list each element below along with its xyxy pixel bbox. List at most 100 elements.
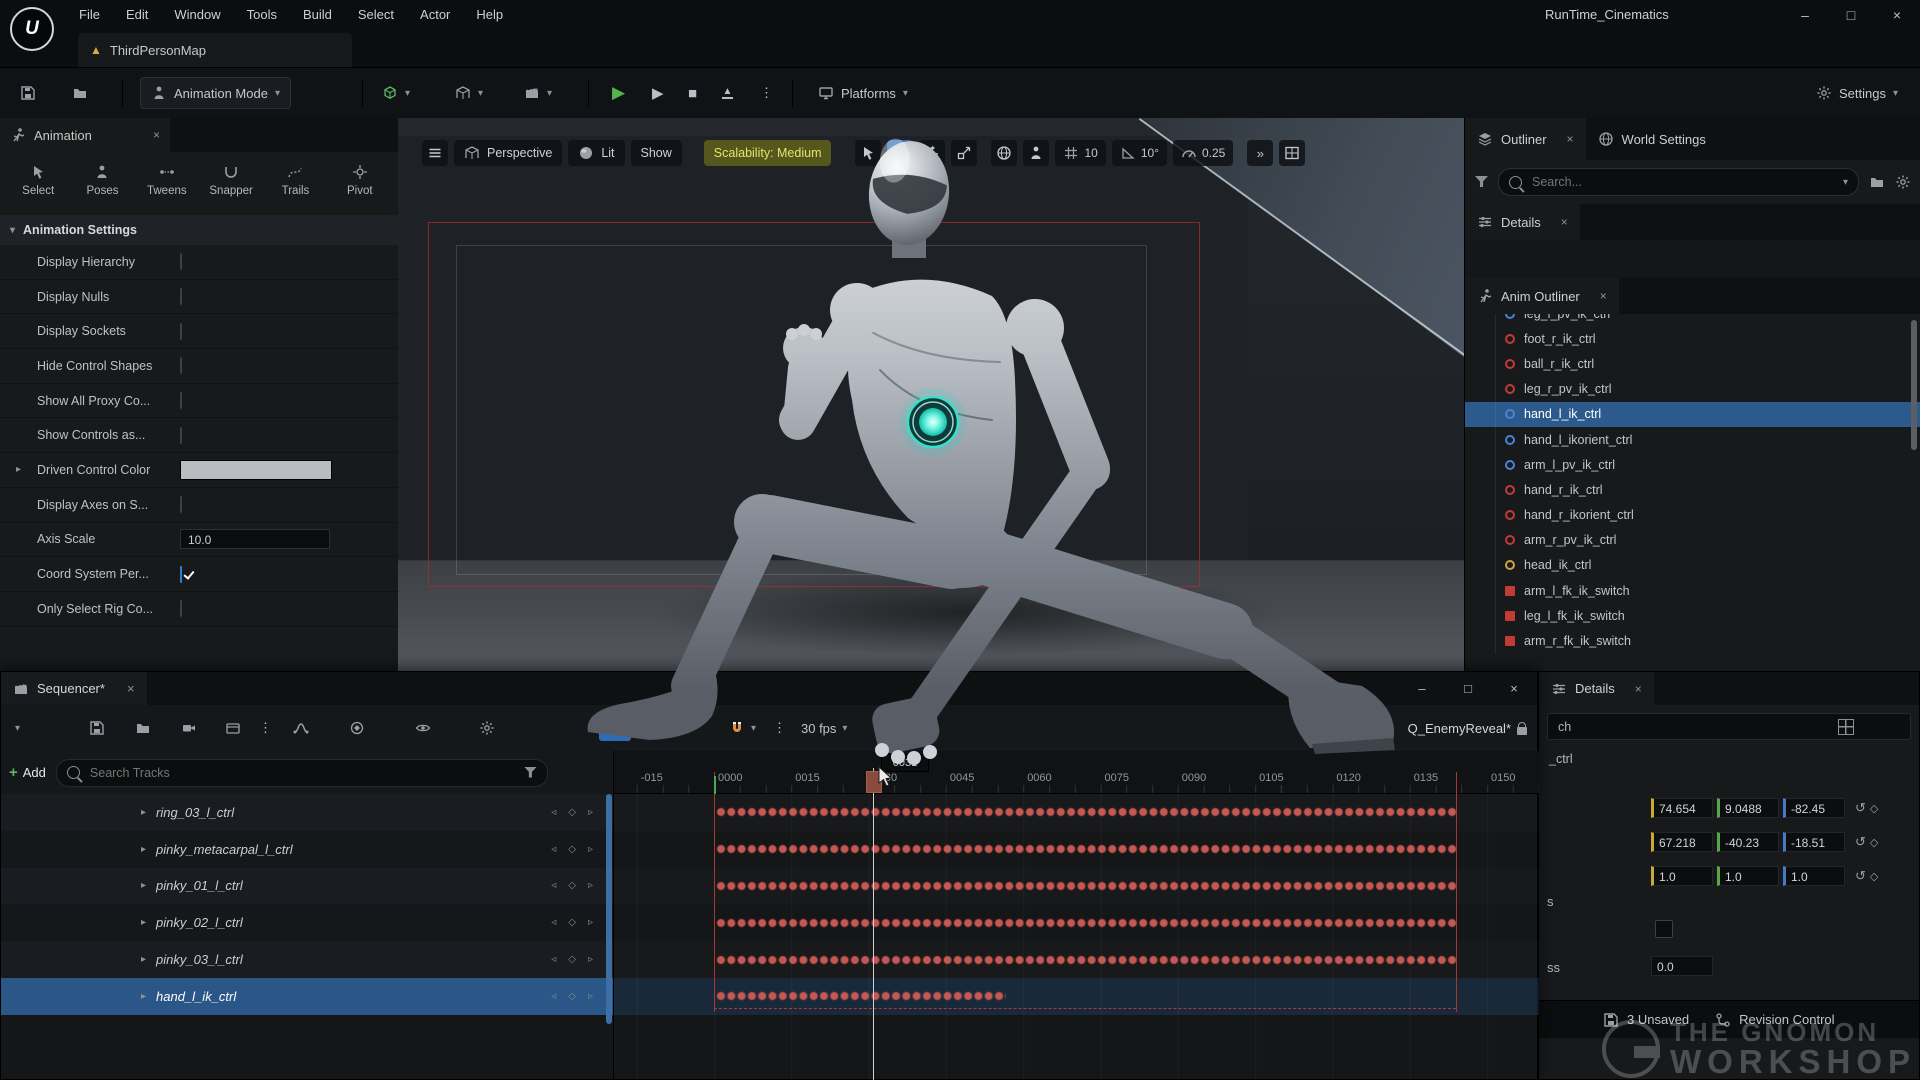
new-folder-icon[interactable]: [1869, 174, 1885, 190]
track-search[interactable]: [56, 759, 548, 787]
unreal-logo-icon[interactable]: U: [10, 7, 54, 51]
minimize-button[interactable]: –: [1782, 0, 1828, 30]
caret-down-icon[interactable]: ▾: [15, 723, 20, 734]
axis-value-field[interactable]: 1.0: [1651, 866, 1713, 886]
toolbar-options-icon[interactable]: ⋮: [259, 720, 272, 736]
save-sequence-icon[interactable]: [89, 720, 105, 736]
world-space-icon[interactable]: [991, 140, 1017, 166]
expander-icon[interactable]: ▸: [141, 880, 146, 891]
tab-details-bottom[interactable]: Details ×: [1539, 672, 1654, 705]
tab-world-settings[interactable]: World Settings: [1586, 118, 1718, 160]
outliner-item-hand_r_ik_ctrl[interactable]: hand_r_ik_ctrl: [1465, 477, 1920, 502]
keyframe-strip[interactable]: [716, 806, 1456, 818]
track-key-area[interactable]: [613, 978, 1539, 1015]
render-movie-icon[interactable]: [225, 720, 241, 736]
toolbar-overflow-button[interactable]: »: [1247, 140, 1273, 166]
outliner-item-hand_r_ikorient_ctrl[interactable]: hand_r_ikorient_ctrl: [1465, 503, 1920, 528]
add-track-button[interactable]: +Add: [9, 764, 46, 781]
axis-value-field[interactable]: 1.0: [1783, 866, 1845, 886]
snap-options-icon[interactable]: ⋮: [773, 720, 786, 736]
prev-key-icon[interactable]: ◃: [551, 991, 556, 1002]
next-key-icon[interactable]: ▹: [588, 954, 593, 965]
outliner-item-arm_r_fk_ik_switch[interactable]: arm_r_fk_ik_switch: [1465, 628, 1920, 653]
tool-tweens[interactable]: Tweens: [139, 164, 195, 197]
expander-icon[interactable]: ▸: [16, 464, 21, 475]
prev-key-icon[interactable]: ◃: [551, 954, 556, 965]
camera-speed-button[interactable]: 0.25: [1173, 140, 1233, 166]
add-key-icon[interactable]: ◇: [568, 917, 576, 928]
track-key-area[interactable]: [613, 831, 1539, 868]
playback-range-end[interactable]: [1456, 772, 1457, 1012]
keyframe-icon[interactable]: ◇: [1870, 870, 1878, 883]
keyframe-strip[interactable]: [716, 917, 1456, 929]
stop-button[interactable]: ■: [688, 85, 697, 102]
mode-dropdown[interactable]: Animation Mode ▾: [140, 77, 291, 109]
expander-icon[interactable]: ▸: [141, 954, 146, 965]
move-tool-icon[interactable]: [887, 140, 913, 166]
tab-animation[interactable]: Animation ×: [0, 118, 170, 152]
keyframe-strip[interactable]: [716, 843, 1456, 855]
close-button[interactable]: ×: [1874, 0, 1920, 30]
prev-key-icon[interactable]: ◃: [551, 880, 556, 891]
details-search-input[interactable]: [1556, 719, 1830, 735]
track-row-pinky_01_l_ctrl[interactable]: ▸pinky_01_l_ctrl◃◇▹: [1, 868, 1539, 905]
outliner-item-arm_l_fk_ik_switch[interactable]: arm_l_fk_ik_switch: [1465, 578, 1920, 603]
axis-value-field[interactable]: 9.0488: [1717, 798, 1779, 818]
menu-item-tools[interactable]: Tools: [234, 0, 290, 30]
axis-value-field[interactable]: -18.51: [1783, 832, 1845, 852]
next-key-icon[interactable]: ▹: [588, 880, 593, 891]
revision-control-status[interactable]: Revision Control: [1715, 1012, 1834, 1028]
details-search[interactable]: [1547, 713, 1911, 740]
menu-item-actor[interactable]: Actor: [407, 0, 463, 30]
expander-icon[interactable]: ▸: [141, 991, 146, 1002]
outliner-item-arm_l_pv_ik_ctrl[interactable]: arm_l_pv_ik_ctrl: [1465, 452, 1920, 477]
autokey-icon[interactable]: [665, 720, 681, 736]
add-key-icon[interactable]: ◇: [568, 880, 576, 891]
close-button[interactable]: ×: [1491, 672, 1537, 705]
menu-item-file[interactable]: File: [66, 0, 113, 30]
surface-snap-icon[interactable]: [1023, 140, 1049, 166]
reset-icon[interactable]: ↺: [1855, 868, 1866, 884]
filter-icon[interactable]: [1475, 176, 1488, 188]
track-filter-icon[interactable]: [524, 767, 537, 779]
checkbox[interactable]: [180, 427, 182, 444]
cinematics-icon[interactable]: [524, 85, 540, 101]
outliner-item-leg_l_fk_ik_switch[interactable]: leg_l_fk_ik_switch: [1465, 603, 1920, 628]
browse-sequence-icon[interactable]: [135, 720, 151, 736]
tool-trails[interactable]: Trails: [267, 164, 323, 197]
menu-item-select[interactable]: Select: [345, 0, 407, 30]
tool-select[interactable]: Select: [10, 164, 66, 197]
outliner-item-hand_l_ik_ctrl[interactable]: hand_l_ik_ctrl: [1465, 402, 1920, 427]
value-field[interactable]: 10.0: [180, 529, 330, 549]
next-key-icon[interactable]: ▹: [588, 991, 593, 1002]
expander-icon[interactable]: ▸: [141, 844, 146, 855]
playhead[interactable]: [873, 768, 874, 1080]
keying-options-icon[interactable]: [349, 720, 365, 736]
playhead-scrub-handle[interactable]: [866, 771, 882, 793]
reset-icon[interactable]: ↺: [1855, 800, 1866, 816]
checkbox[interactable]: [180, 566, 182, 583]
tab-details[interactable]: Details ×: [1465, 204, 1580, 240]
track-row-pinky_metacarpal_l_ctrl[interactable]: ▸pinky_metacarpal_l_ctrl◃◇▹: [1, 831, 1539, 868]
save-icon[interactable]: [20, 85, 36, 101]
checkbox[interactable]: [180, 253, 182, 270]
outliner-item-ball_r_ik_ctrl[interactable]: ball_r_ik_ctrl: [1465, 351, 1920, 376]
expander-icon[interactable]: ▸: [141, 917, 146, 928]
show-dropdown[interactable]: Show: [631, 140, 682, 166]
menu-item-help[interactable]: Help: [463, 0, 516, 30]
add-key-icon[interactable]: ◇: [568, 991, 576, 1002]
maximize-button[interactable]: □: [1828, 0, 1874, 30]
frame-skip-button[interactable]: ▶: [652, 84, 664, 102]
checkbox[interactable]: [180, 496, 182, 513]
prev-key-icon[interactable]: ◃: [551, 807, 556, 818]
close-icon[interactable]: ×: [1600, 289, 1607, 303]
menu-item-edit[interactable]: Edit: [113, 0, 161, 30]
next-key-icon[interactable]: ▹: [588, 917, 593, 928]
add-key-icon[interactable]: ◇: [568, 844, 576, 855]
close-icon[interactable]: ×: [127, 681, 135, 696]
checkbox[interactable]: [180, 392, 182, 409]
color-swatch[interactable]: [180, 460, 332, 480]
outliner-search-input[interactable]: [1530, 174, 1835, 190]
tab-anim-outliner[interactable]: Anim Outliner ×: [1465, 278, 1619, 314]
keyframe-strip[interactable]: [716, 880, 1456, 892]
